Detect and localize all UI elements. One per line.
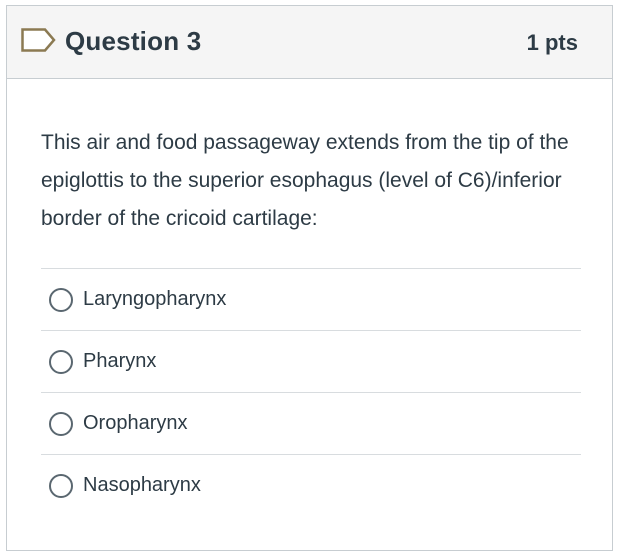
radio-button[interactable]	[49, 411, 73, 436]
answer-label: Pharynx	[83, 350, 157, 372]
answer-option[interactable]: Pharynx	[41, 330, 581, 392]
bookmark-flag-icon[interactable]	[21, 28, 57, 52]
answer-label: Nasopharynx	[83, 474, 201, 496]
radio-button[interactable]	[49, 473, 73, 498]
answer-option[interactable]: Nasopharynx	[41, 454, 581, 516]
radio-button[interactable]	[49, 287, 73, 312]
answer-label: Oropharynx	[83, 412, 188, 434]
question-title: Question 3	[65, 26, 202, 56]
answer-option[interactable]: Laryngopharynx	[41, 268, 581, 330]
question-header: Question 3 1 pts	[7, 6, 612, 79]
radio-button[interactable]	[49, 349, 73, 374]
question-card: Question 3 1 pts This air and food passa…	[6, 5, 613, 551]
answer-list: Laryngopharynx Pharynx Oropharynx Nasoph…	[41, 268, 581, 516]
question-points: 1 pts	[526, 30, 578, 55]
answer-label: Laryngopharynx	[83, 288, 227, 310]
question-text: This air and food passageway extends fro…	[41, 131, 569, 230]
answer-option[interactable]: Oropharynx	[41, 392, 581, 454]
